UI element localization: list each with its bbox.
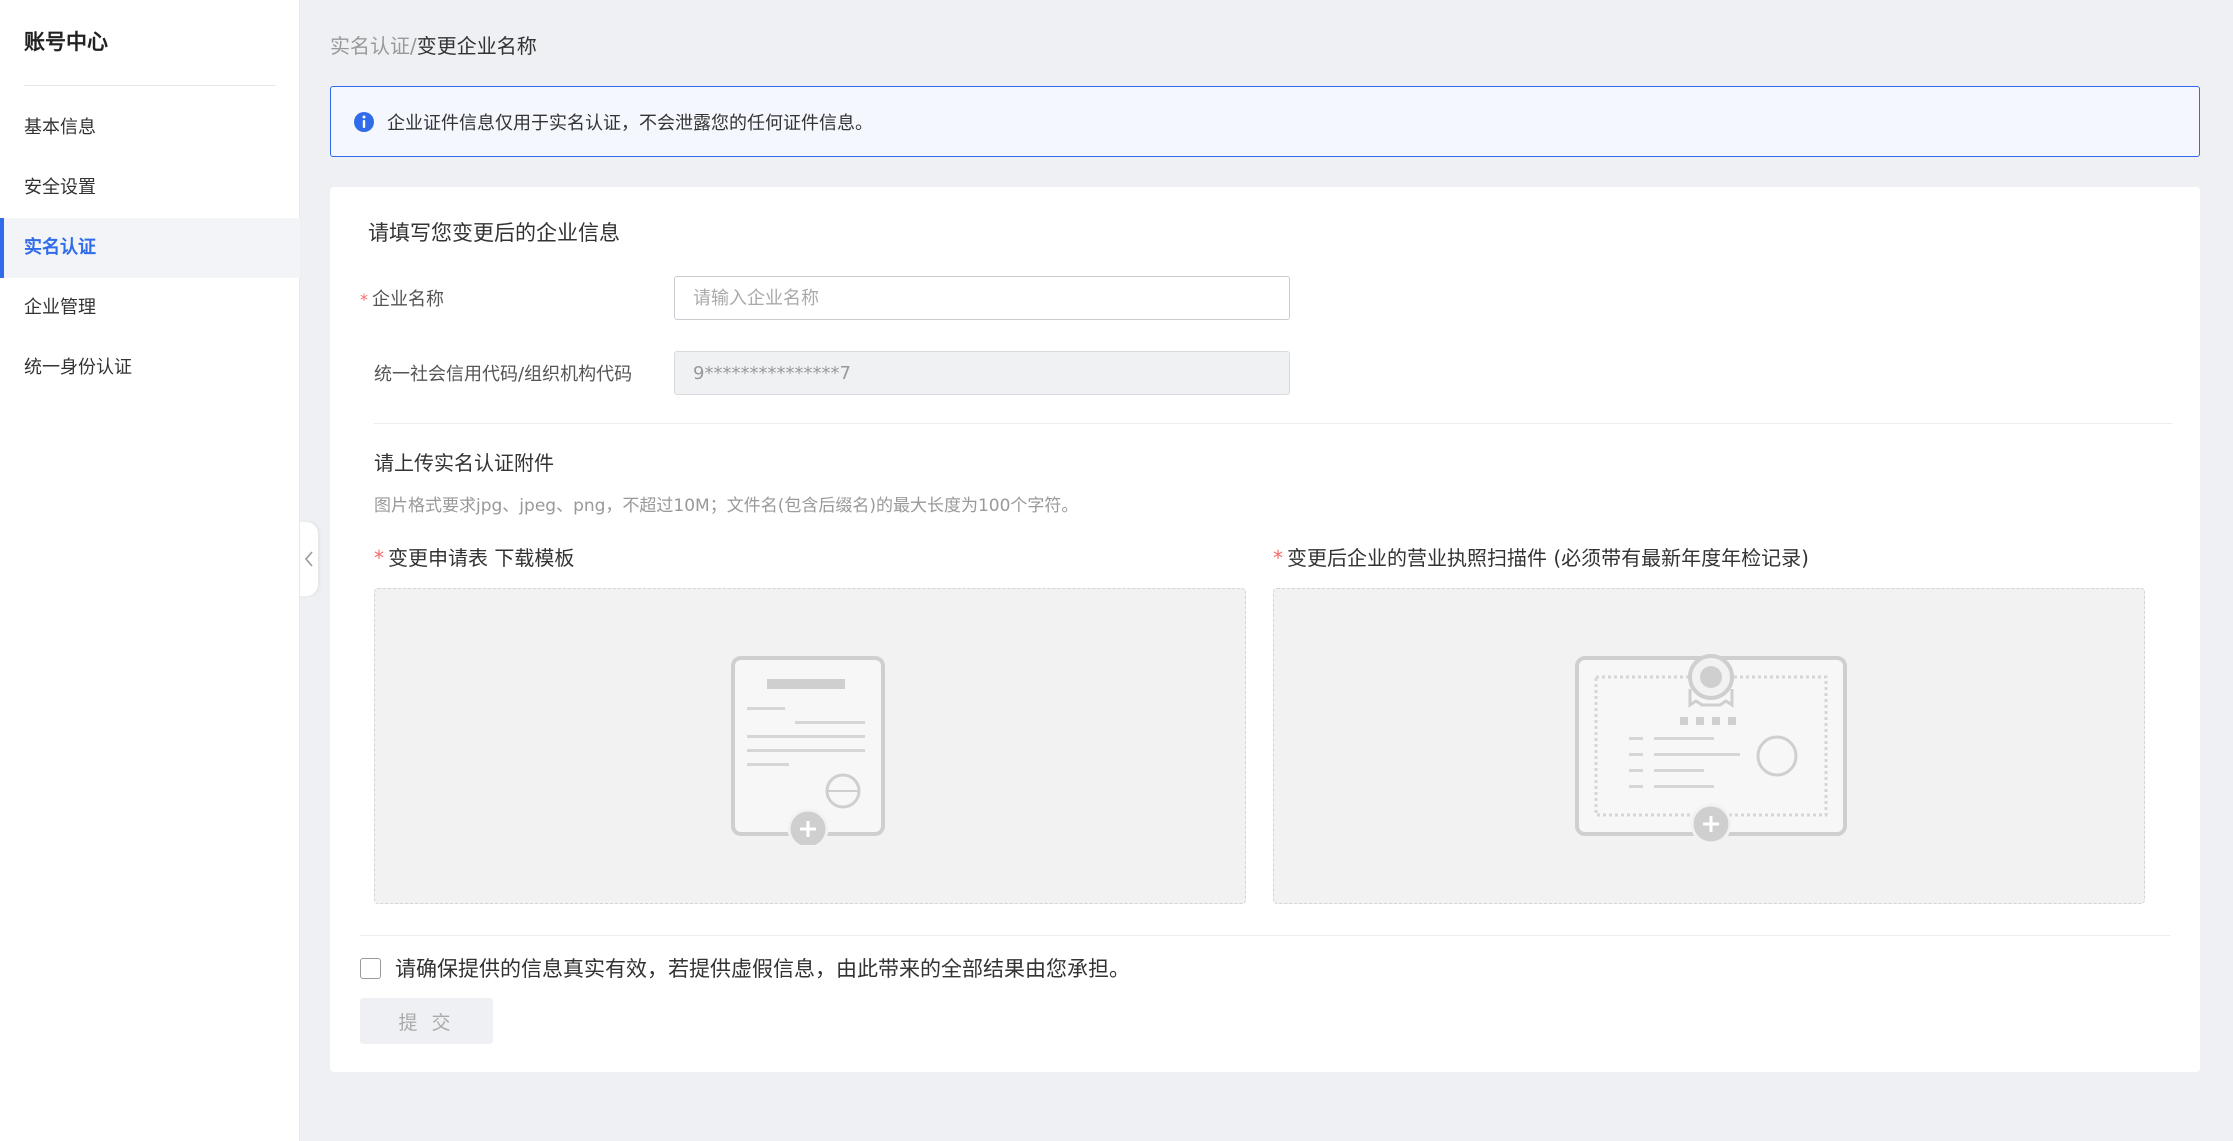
required-mark: *	[360, 290, 368, 309]
credit-code-input	[674, 351, 1290, 395]
sidebar-item-basic-info[interactable]: 基本信息	[0, 98, 300, 158]
form-card: 请填写您变更后的企业信息 *企业名称 统一社会信用代码/组织机构代码 请上传实名…	[330, 187, 2200, 1072]
document-placeholder-icon	[731, 656, 885, 845]
company-name-input[interactable]	[674, 276, 1290, 320]
business-license-upload[interactable]	[1273, 588, 2145, 904]
required-mark: *	[1273, 546, 1283, 570]
info-icon	[353, 111, 375, 133]
sidebar-title: 账号中心	[24, 30, 108, 54]
chevron-left-icon	[304, 551, 313, 567]
section-divider	[374, 423, 2172, 424]
breadcrumb-current: 变更企业名称	[416, 34, 537, 58]
sidebar-item-unified-identity[interactable]: 统一身份认证	[0, 338, 300, 398]
sidebar: 账号中心 基本信息 安全设置 实名认证 企业管理 统一身份认证	[0, 0, 300, 1141]
application-form-label: * 变更申请表 下载模板	[374, 546, 575, 570]
upload-hint: 图片格式要求jpg、jpeg、png，不超过10M；文件名(包含后缀名)的最大长…	[374, 496, 1079, 516]
company-name-label: * 企业名称	[360, 289, 444, 310]
breadcrumb-separator: /	[410, 34, 417, 58]
info-notice: 企业证件信息仅用于实名认证，不会泄露您的任何证件信息。	[330, 86, 2200, 157]
agreement-text: 请确保提供的信息真实有效，若提供虚假信息，由此带来的全部结果由您承担。	[395, 957, 1130, 981]
upload-section-title: 请上传实名认证附件	[374, 451, 554, 475]
company-info-section-title: 请填写您变更后的企业信息	[368, 221, 620, 245]
application-form-upload[interactable]	[374, 588, 1246, 904]
breadcrumb-parent-link[interactable]: 实名认证	[330, 34, 410, 58]
sidebar-menu: 基本信息 安全设置 实名认证 企业管理 统一身份认证	[0, 98, 300, 398]
sidebar-item-security-settings[interactable]: 安全设置	[0, 158, 300, 218]
breadcrumb: 实名认证/变更企业名称	[330, 30, 537, 59]
sidebar-item-enterprise-management[interactable]: 企业管理	[0, 278, 300, 338]
sidebar-divider	[24, 85, 276, 86]
required-mark: *	[374, 546, 384, 570]
download-template-link[interactable]: 下载模板	[494, 546, 574, 570]
agreement-checkbox[interactable]	[360, 957, 381, 979]
credit-code-label: 统一社会信用代码/组织机构代码	[374, 364, 633, 385]
bottom-divider	[360, 935, 2170, 936]
submit-button[interactable]: 提 交	[360, 998, 493, 1044]
sidebar-collapse-button[interactable]	[300, 522, 318, 596]
business-license-label: * 变更后企业的营业执照扫描件 (必须带有最新年度年检记录)	[1273, 546, 1809, 570]
sidebar-item-real-name-auth[interactable]: 实名认证	[0, 218, 300, 278]
notice-text: 企业证件信息仅用于实名认证，不会泄露您的任何证件信息。	[387, 112, 873, 134]
agreement-row: 请确保提供的信息真实有效，若提供虚假信息，由此带来的全部结果由您承担。	[360, 953, 1130, 983]
license-placeholder-icon	[1575, 654, 1847, 845]
